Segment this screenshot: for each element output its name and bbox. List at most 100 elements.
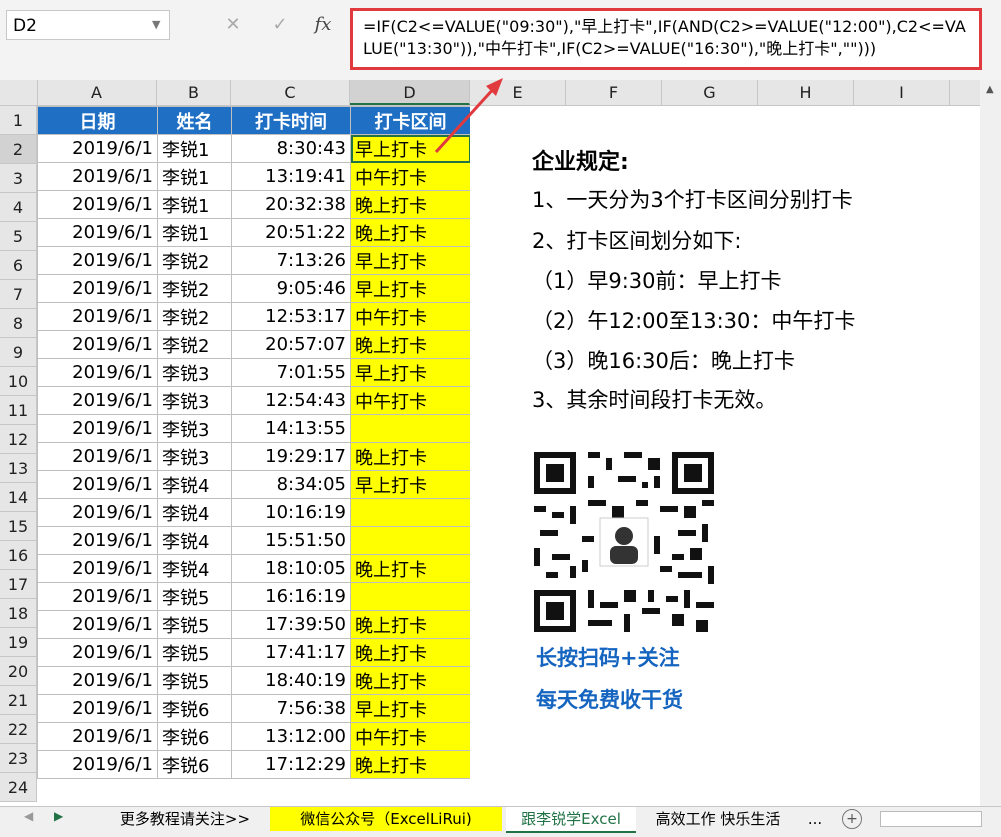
- select-all-corner[interactable]: [0, 80, 38, 105]
- date-cell[interactable]: 2019/6/1: [37, 274, 158, 303]
- header-cell-date[interactable]: 日期: [37, 106, 158, 135]
- scroll-up-icon[interactable]: ▲: [986, 84, 994, 95]
- name-cell[interactable]: 李锐1: [157, 218, 232, 247]
- cancel-icon[interactable]: ✕: [213, 10, 253, 40]
- zone-cell[interactable]: 晚上打卡: [350, 554, 471, 583]
- row-header[interactable]: 14: [0, 483, 37, 512]
- header-cell-time[interactable]: 打卡时间: [231, 106, 351, 135]
- time-cell[interactable]: 20:32:38: [231, 190, 351, 219]
- date-cell[interactable]: 2019/6/1: [37, 610, 158, 639]
- zone-cell[interactable]: 早上打卡: [350, 470, 471, 499]
- time-cell[interactable]: 16:16:19: [231, 582, 351, 611]
- row-header[interactable]: 16: [0, 541, 37, 570]
- sheet-tab[interactable]: 高效工作 快乐生活: [640, 807, 796, 831]
- vertical-scrollbar[interactable]: ▲: [980, 80, 1001, 806]
- header-cell-name[interactable]: 姓名: [157, 106, 232, 135]
- name-cell[interactable]: 李锐4: [157, 470, 232, 499]
- time-cell[interactable]: 13:19:41: [231, 162, 351, 191]
- date-cell[interactable]: 2019/6/1: [37, 358, 158, 387]
- row-header[interactable]: 6: [0, 251, 37, 280]
- zone-cell[interactable]: 早上打卡: [350, 274, 471, 303]
- date-cell[interactable]: 2019/6/1: [37, 750, 158, 779]
- scroll-tabs-right-icon[interactable]: ▶: [54, 809, 63, 823]
- column-header-e[interactable]: E: [470, 80, 566, 105]
- time-cell[interactable]: 8:34:05: [231, 470, 351, 499]
- name-cell[interactable]: 李锐3: [157, 442, 232, 471]
- time-cell[interactable]: 7:01:55: [231, 358, 351, 387]
- date-cell[interactable]: 2019/6/1: [37, 554, 158, 583]
- header-cell-zone[interactable]: 打卡区间: [350, 106, 471, 135]
- row-header[interactable]: 10: [0, 367, 37, 396]
- date-cell[interactable]: 2019/6/1: [37, 246, 158, 275]
- column-header-d[interactable]: D: [350, 80, 470, 105]
- date-cell[interactable]: 2019/6/1: [37, 526, 158, 555]
- more-tabs-button[interactable]: ...: [798, 807, 832, 831]
- zone-cell[interactable]: 晚上打卡: [350, 666, 471, 695]
- name-cell[interactable]: 李锐3: [157, 414, 232, 443]
- sheet-tab-active[interactable]: 跟李锐学Excel: [506, 807, 636, 833]
- name-cell[interactable]: 李锐5: [157, 666, 232, 695]
- formula-bar[interactable]: =IF(C2<=VALUE("09:30"),"早上打卡",IF(AND(C2>…: [350, 8, 982, 70]
- row-header[interactable]: 13: [0, 454, 37, 483]
- name-cell[interactable]: 李锐4: [157, 498, 232, 527]
- row-header[interactable]: 3: [0, 164, 37, 193]
- date-cell[interactable]: 2019/6/1: [37, 386, 158, 415]
- zone-cell[interactable]: 晚上打卡: [350, 442, 471, 471]
- row-header[interactable]: 17: [0, 570, 37, 599]
- row-header[interactable]: 2: [0, 135, 37, 164]
- zone-cell[interactable]: [350, 526, 471, 555]
- date-cell[interactable]: 2019/6/1: [37, 666, 158, 695]
- row-header[interactable]: 7: [0, 280, 37, 309]
- date-cell[interactable]: 2019/6/1: [37, 442, 158, 471]
- row-header[interactable]: 21: [0, 686, 37, 715]
- name-cell[interactable]: 李锐5: [157, 638, 232, 667]
- zone-cell[interactable]: [350, 582, 471, 611]
- name-cell[interactable]: 李锐6: [157, 750, 232, 779]
- time-cell[interactable]: 20:57:07: [231, 330, 351, 359]
- zone-cell[interactable]: 中午打卡: [350, 722, 471, 751]
- time-cell[interactable]: 10:16:19: [231, 498, 351, 527]
- column-header-b[interactable]: B: [157, 80, 231, 105]
- row-header[interactable]: 4: [0, 193, 37, 222]
- row-header[interactable]: 12: [0, 425, 37, 454]
- name-cell[interactable]: 李锐6: [157, 694, 232, 723]
- date-cell[interactable]: 2019/6/1: [37, 134, 158, 163]
- zone-cell[interactable]: [350, 498, 471, 527]
- name-cell[interactable]: 李锐1: [157, 134, 232, 163]
- time-cell[interactable]: 17:12:29: [231, 750, 351, 779]
- column-header-f[interactable]: F: [566, 80, 662, 105]
- date-cell[interactable]: 2019/6/1: [37, 694, 158, 723]
- time-cell[interactable]: 8:30:43: [231, 134, 351, 163]
- zone-cell[interactable]: 晚上打卡: [350, 190, 471, 219]
- name-cell[interactable]: 李锐5: [157, 582, 232, 611]
- chevron-down-icon[interactable]: ▼: [152, 10, 160, 40]
- zone-cell[interactable]: 晚上打卡: [350, 610, 471, 639]
- time-cell[interactable]: 18:10:05: [231, 554, 351, 583]
- zone-cell[interactable]: 中午打卡: [350, 162, 471, 191]
- date-cell[interactable]: 2019/6/1: [37, 162, 158, 191]
- row-header[interactable]: 8: [0, 309, 37, 338]
- name-box[interactable]: D2: [6, 10, 170, 40]
- time-cell[interactable]: 20:51:22: [231, 218, 351, 247]
- name-cell[interactable]: 李锐4: [157, 554, 232, 583]
- enter-icon[interactable]: ✓: [260, 10, 300, 40]
- zone-cell[interactable]: 晚上打卡: [350, 218, 471, 247]
- date-cell[interactable]: 2019/6/1: [37, 638, 158, 667]
- name-cell[interactable]: 李锐5: [157, 610, 232, 639]
- add-sheet-icon[interactable]: +: [842, 809, 862, 829]
- date-cell[interactable]: 2019/6/1: [37, 414, 158, 443]
- row-header[interactable]: 19: [0, 628, 37, 657]
- zone-cell[interactable]: 早上打卡: [350, 694, 471, 723]
- name-cell[interactable]: 李锐1: [157, 162, 232, 191]
- row-header[interactable]: 23: [0, 744, 37, 773]
- zone-cell[interactable]: 晚上打卡: [350, 750, 471, 779]
- date-cell[interactable]: 2019/6/1: [37, 218, 158, 247]
- row-header[interactable]: 9: [0, 338, 37, 367]
- name-cell[interactable]: 李锐3: [157, 386, 232, 415]
- name-cell[interactable]: 李锐3: [157, 358, 232, 387]
- time-cell[interactable]: 17:39:50: [231, 610, 351, 639]
- time-cell[interactable]: 9:05:46: [231, 274, 351, 303]
- row-header[interactable]: 1: [0, 106, 37, 135]
- time-cell[interactable]: 18:40:19: [231, 666, 351, 695]
- zone-cell[interactable]: 中午打卡: [350, 386, 471, 415]
